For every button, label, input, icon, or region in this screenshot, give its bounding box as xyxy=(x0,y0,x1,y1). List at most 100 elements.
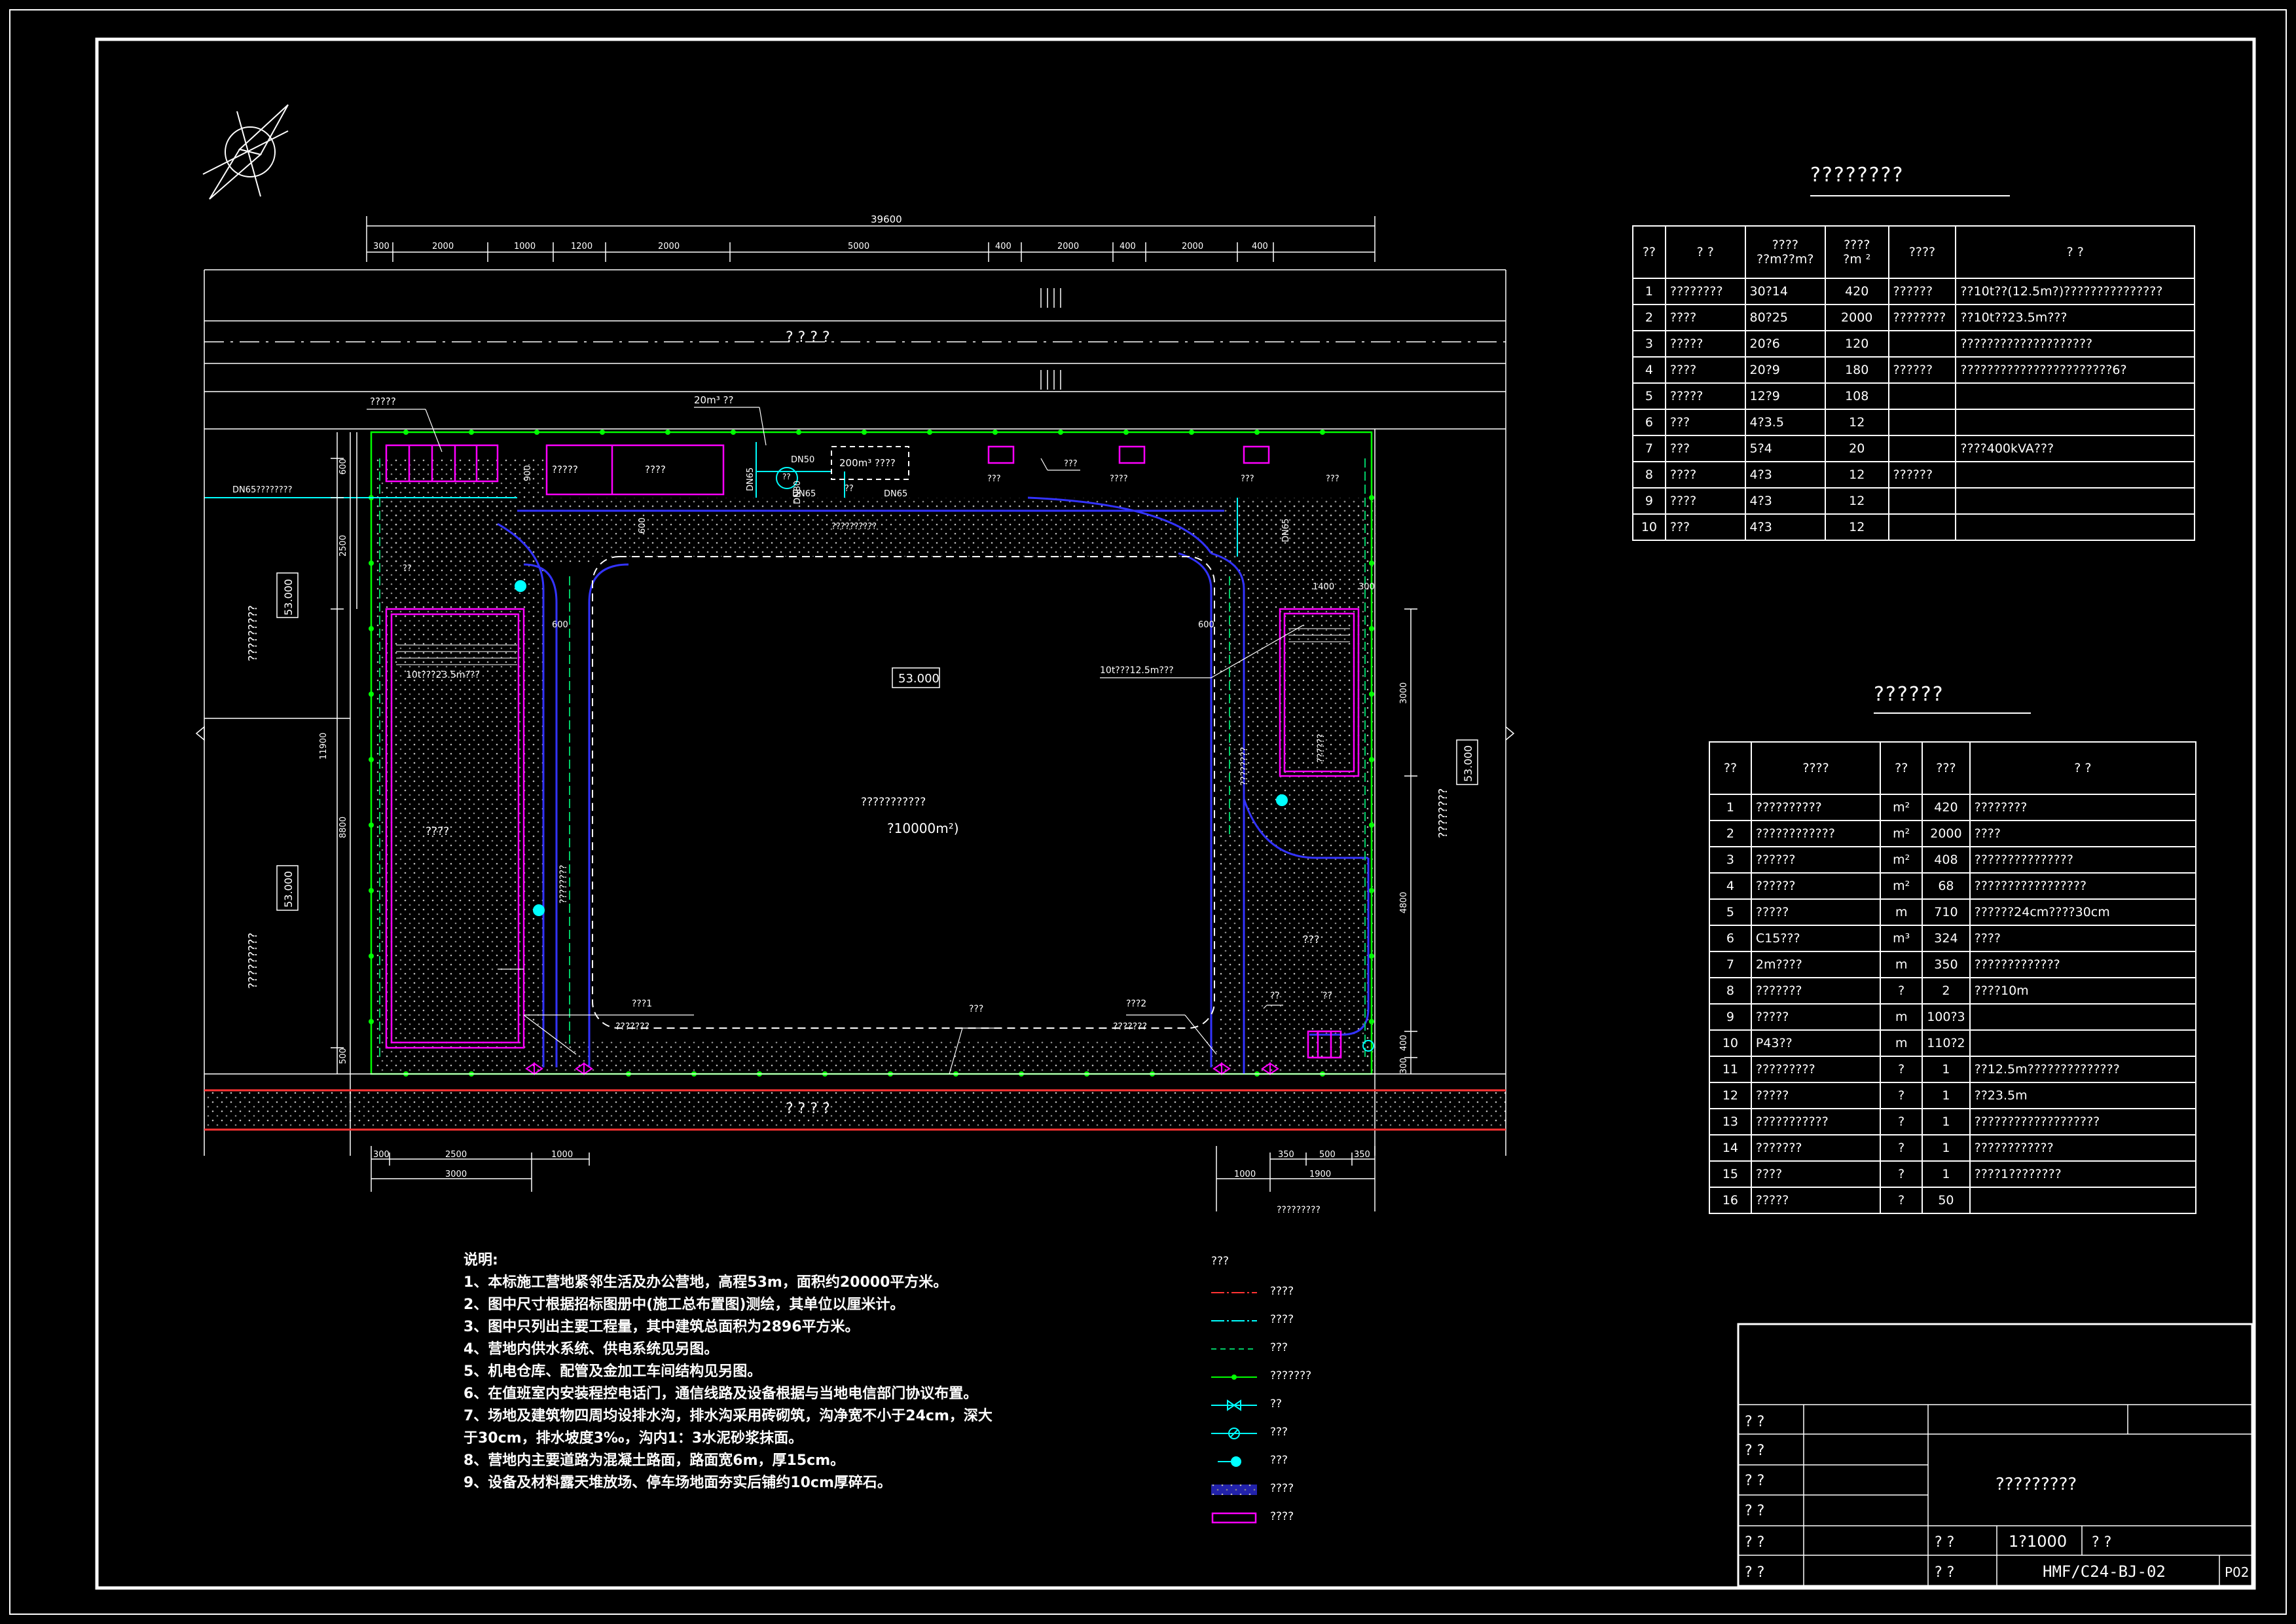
table-cell xyxy=(1955,409,2195,436)
title-label: ? ? xyxy=(1745,1473,1764,1489)
table-cell: 180 xyxy=(1824,356,1889,384)
dim-seg: 3000 xyxy=(445,1170,467,1179)
label-top-left: ????? xyxy=(370,396,396,407)
dim-seg: 2000 xyxy=(432,242,454,251)
label-small: ?? xyxy=(845,484,854,494)
dim-side: 400 xyxy=(1399,1035,1409,1051)
label-gate1: ???1 xyxy=(632,999,652,1009)
table1-title: ???????? xyxy=(1810,164,1904,187)
dim-inner: 1400 xyxy=(1313,582,1334,592)
table-cell: ???????? xyxy=(1664,278,1746,305)
label-inner-road: ?????????? xyxy=(831,522,877,532)
dim-seg: 350 xyxy=(1354,1150,1370,1160)
table-cell: 12 xyxy=(1824,487,1889,515)
dim-seg: 1000 xyxy=(1234,1170,1256,1179)
table-header-cell: ???? xyxy=(1887,225,1957,279)
legend-item: ?? xyxy=(1211,1393,1282,1422)
table-cell: 9 xyxy=(1632,487,1666,515)
legend: ??? ?????????????????????????????????? xyxy=(1211,1255,1311,1534)
north-arrow-icon xyxy=(202,104,289,200)
table-cell: 1 xyxy=(1922,1108,1971,1135)
table-cell: 110?2 xyxy=(1922,1029,1971,1057)
road-label: ? ? ? ? xyxy=(786,329,830,346)
drawing-title: ????????? xyxy=(1995,1475,2077,1494)
table-cell: 2000 xyxy=(1922,820,1971,847)
table-cell: 100?3 xyxy=(1922,1003,1971,1031)
label-parking: ??? xyxy=(1303,933,1319,946)
table-cell: 1 xyxy=(1922,1056,1971,1083)
elevation-label: 53.000 xyxy=(1462,745,1474,782)
table2-underline xyxy=(1874,712,2031,714)
table1-underline xyxy=(1810,195,2010,196)
label-road-mid: ??? xyxy=(969,1004,983,1014)
table-row: 9???? 4?3 12 xyxy=(1632,487,2195,515)
dim-seg: 5000 xyxy=(848,242,869,251)
table-cell: 3 xyxy=(1632,330,1666,358)
table-cell: ???? xyxy=(1664,356,1746,384)
label-small: ???? xyxy=(1110,474,1128,484)
table-cell: ?????? xyxy=(1887,356,1957,384)
table-cell: 324 xyxy=(1922,925,1971,952)
table-cell: 20?6 xyxy=(1744,330,1826,358)
table-cell: 50 xyxy=(1922,1187,1971,1214)
table-cell: 3 xyxy=(1709,846,1752,874)
table-header-cell: ??? xyxy=(1922,741,1971,795)
label-tank-right: 10t???12.5m??? xyxy=(1100,665,1174,676)
table-cell: 4 xyxy=(1632,356,1666,384)
table-row: 13???????????? 1??????????????????? xyxy=(1709,1108,2197,1135)
table-cell: ????? xyxy=(1664,330,1746,358)
label-dn65: DN65 xyxy=(746,468,756,491)
title-label: ? ? xyxy=(1745,1414,1764,1430)
legend-item: ???? xyxy=(1211,1506,1294,1534)
table-row: 15????? 1 ????1???????? xyxy=(1709,1160,2197,1188)
table-quantities: ???????????? ? 1?????????? m² 420???????? 2?… xyxy=(1709,741,2197,1214)
label-office-b: ???? xyxy=(645,464,666,475)
label-gate2-sub: ??????? xyxy=(1113,1022,1147,1032)
table-row: 12?????? 1 ??23.5m xyxy=(1709,1082,2197,1109)
table-cell: ?????? xyxy=(1750,872,1882,900)
note-item: 8、营地内主要道路为混凝土路面，路面宽6m，厚15cm。 xyxy=(464,1452,845,1469)
table-cell: 10 xyxy=(1709,1029,1752,1057)
scale-label: ? ? xyxy=(1935,1534,1954,1551)
table-header-cell: ?? xyxy=(1632,225,1666,279)
dim-seg: 400 xyxy=(1120,242,1136,251)
table-cell: 7 xyxy=(1709,951,1752,978)
table-cell: ?????? xyxy=(1887,278,1957,305)
label-gate2: ???2 xyxy=(1126,999,1146,1009)
legend-label: ???? xyxy=(1270,1313,1294,1326)
table-cell: 2m???? xyxy=(1750,951,1882,978)
table-cell: ? xyxy=(1880,1056,1923,1083)
table-cell: ????10m xyxy=(1969,977,2197,1005)
legend-label: ??? xyxy=(1270,1426,1288,1439)
table-cell: ????? xyxy=(1664,382,1746,410)
table-cell: 2 xyxy=(1922,977,1971,1005)
table-header-cell: ?? xyxy=(1880,741,1923,795)
table-cell xyxy=(1887,409,1957,436)
title-label: ? ? xyxy=(1745,1564,1764,1581)
table-header-cell: ???? ?m ² xyxy=(1824,225,1889,279)
notes-block: 说明: 1、本标施工营地紧邻生活及办公营地，高程53m，面积约20000平方米。… xyxy=(464,1249,993,1494)
table-row: 3????? 20?6 120???????????????????? xyxy=(1632,330,2195,358)
page-number: P02 xyxy=(2225,1564,2250,1580)
table-cell: ?????? xyxy=(1887,461,1957,489)
table-row: 2???? 80?25 2000???????? ??10t??23.5m??? xyxy=(1632,304,2195,331)
table-cell: ? xyxy=(1880,1134,1923,1162)
note-item: 1、本标施工营地紧邻生活及办公营地，高程53m，面积约20000平方米。 xyxy=(464,1274,948,1291)
table-cell xyxy=(1955,461,2195,489)
table-cell: ???????? xyxy=(1969,794,2197,821)
bottom-road-label: ? ? ? ? xyxy=(786,1101,830,1117)
label-small: ??? xyxy=(1326,474,1339,484)
table-cell: 8 xyxy=(1709,977,1752,1005)
dim-side: 2500 xyxy=(338,535,348,557)
label-warehouse: ???? xyxy=(426,825,449,838)
table-cell: ????1???????? xyxy=(1969,1160,2197,1188)
table-cell xyxy=(1887,330,1957,358)
legend-item: ??? xyxy=(1211,1450,1288,1478)
label-right-room: ?????? xyxy=(1316,733,1326,763)
table-cell: 12 xyxy=(1824,409,1889,436)
table-cell: 6 xyxy=(1632,409,1666,436)
table-cell: 1 xyxy=(1922,1082,1971,1109)
table-cell: 12 xyxy=(1824,461,1889,489)
table-cell: 5 xyxy=(1709,898,1752,926)
table-row: 1???????? 30?14 420?????? ??10t??(12.5m?)??… xyxy=(1632,278,2195,305)
